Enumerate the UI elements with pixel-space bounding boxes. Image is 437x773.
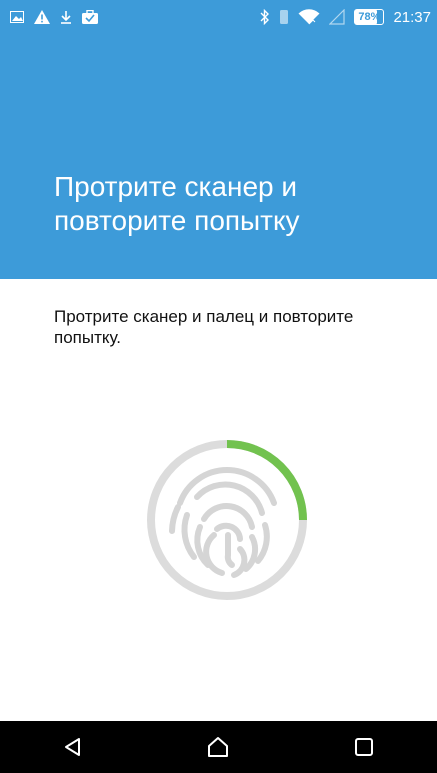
- warning-icon: [34, 10, 50, 24]
- fingerprint-icon: [169, 467, 277, 578]
- home-icon: [208, 737, 229, 757]
- fingerprint-progress-ring: [147, 440, 307, 600]
- notification-icons: [10, 10, 98, 24]
- bluetooth-icon: [260, 9, 270, 25]
- download-icon: [60, 10, 72, 24]
- instruction-text: Протрите сканер и палец и повторите попы…: [54, 307, 354, 347]
- navigation-bar: [0, 721, 437, 773]
- battery-icon: 78%: [354, 9, 385, 25]
- vibrate-icon: [279, 9, 289, 25]
- system-icons: 78% 21:37: [260, 9, 431, 26]
- header-banner: Протрите сканер и повторите попытку: [0, 34, 437, 279]
- image-icon: [10, 11, 24, 23]
- briefcase-icon: [82, 10, 98, 24]
- home-button[interactable]: [188, 727, 248, 767]
- recents-button[interactable]: [334, 727, 394, 767]
- wifi-icon: [298, 9, 320, 25]
- signal-icon: [329, 9, 346, 25]
- status-bar: 78% 21:37: [0, 0, 437, 34]
- page-title: Протрите сканер и повторите попытку: [54, 171, 300, 236]
- back-button[interactable]: [43, 727, 103, 767]
- battery-percent: 78%: [358, 11, 381, 23]
- fingerprint-sensor[interactable]: [142, 435, 312, 605]
- back-icon: [64, 738, 80, 756]
- status-clock: 21:37: [393, 8, 431, 26]
- recents-icon: [355, 738, 374, 756]
